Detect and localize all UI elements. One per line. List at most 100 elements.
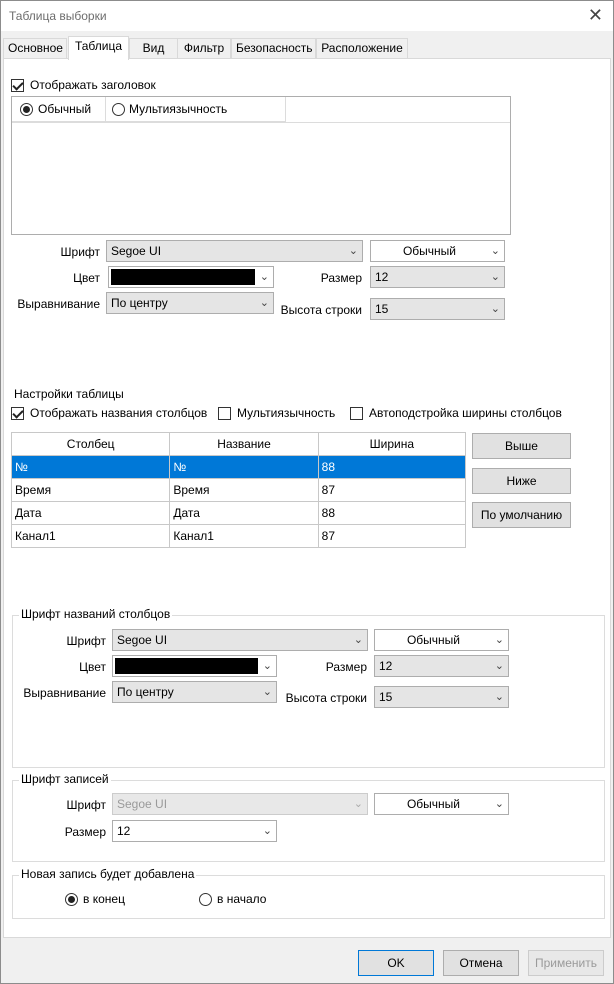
mode-multi-radio[interactable]: [112, 103, 125, 116]
chevron-down-icon: ⌄: [262, 660, 272, 672]
mode-normal-label: Обычный: [38, 102, 92, 116]
table-cell[interactable]: №: [169, 455, 319, 479]
column-align-select[interactable]: По центру ⌄: [112, 681, 277, 703]
header-font-label: Шрифт: [60, 245, 100, 259]
show-column-names-checkbox[interactable]: [11, 407, 24, 420]
to-start-radio[interactable]: [199, 893, 212, 906]
to-end-radio[interactable]: [65, 893, 78, 906]
column-header[interactable]: Ширина: [317, 432, 467, 456]
chevron-down-icon: ⌄: [490, 245, 500, 257]
title-bar: Таблица выборки ✕: [1, 1, 613, 31]
table-cell[interactable]: №: [10, 455, 171, 479]
tab-filter[interactable]: Фильтр: [177, 38, 231, 59]
tab-security[interactable]: Безопасность: [231, 38, 316, 59]
panel-divider: [12, 122, 510, 123]
table-cell[interactable]: 87: [317, 524, 467, 548]
column-row-height-value: 15: [379, 690, 393, 704]
header-align-value: По центру: [111, 296, 168, 310]
tab-basic[interactable]: Основное: [3, 38, 67, 59]
header-row-height-select[interactable]: 15 ⌄: [370, 298, 505, 320]
record-font-title: Шрифт записей: [19, 772, 111, 786]
chevron-down-icon: ⌄: [490, 303, 500, 315]
chevron-down-icon: ⌄: [494, 660, 504, 672]
table-cell[interactable]: Время: [169, 478, 319, 502]
table-cell[interactable]: 87: [317, 478, 467, 502]
column-font-select[interactable]: Segoe UI ⌄: [112, 629, 368, 651]
record-size-select[interactable]: 12 ⌄: [112, 820, 277, 842]
column-color-select[interactable]: ⌄: [112, 655, 277, 677]
column-header[interactable]: Столбец: [10, 432, 171, 456]
header-font-select[interactable]: Segoe UI ⌄: [106, 240, 363, 262]
tab-table[interactable]: Таблица: [68, 36, 129, 60]
chevron-down-icon: ⌄: [259, 271, 269, 283]
chevron-down-icon: ⌄: [353, 798, 363, 810]
tab-location[interactable]: Расположение: [316, 38, 408, 59]
table-row[interactable]: № № 88: [10, 455, 467, 479]
chevron-down-icon: ⌄: [262, 686, 272, 698]
chevron-down-icon: ⌄: [348, 245, 358, 257]
mode-multi-label: Мультиязычность: [129, 102, 228, 116]
table-cell[interactable]: Дата: [10, 501, 171, 525]
header-size-select[interactable]: 12 ⌄: [370, 266, 505, 288]
cancel-button[interactable]: Отмена: [443, 950, 519, 976]
column-style-select[interactable]: Обычный ⌄: [374, 629, 509, 651]
table-row[interactable]: Канал1 Канал1 87: [10, 524, 467, 548]
window-title: Таблица выборки: [9, 9, 107, 23]
table-cell[interactable]: Время: [10, 478, 171, 502]
apply-button[interactable]: Применить: [528, 950, 604, 976]
move-up-button[interactable]: Выше: [472, 433, 571, 459]
ok-button[interactable]: OK: [358, 950, 434, 976]
header-align-select[interactable]: По центру ⌄: [106, 292, 274, 314]
move-down-button[interactable]: Ниже: [472, 468, 571, 494]
table-cell[interactable]: 88: [317, 501, 467, 525]
autofit-checkbox[interactable]: [350, 407, 363, 420]
dialog-button-bar: OK Отмена Применить: [1, 939, 613, 983]
record-font-select[interactable]: Segoe UI ⌄: [112, 793, 368, 815]
header-size-label: Размер: [320, 271, 362, 285]
header-color-select[interactable]: ⌄: [108, 266, 274, 288]
chevron-down-icon: ⌄: [259, 297, 269, 309]
column-color-label: Цвет: [79, 660, 106, 674]
record-font-value: Segoe UI: [117, 797, 168, 811]
record-style-value: Обычный: [406, 797, 461, 811]
column-font-group: Шрифт названий столбцов Шрифт Segoe UI ⌄…: [12, 607, 605, 768]
table-row[interactable]: Дата Дата 88: [10, 501, 467, 525]
header-color-swatch: [111, 269, 255, 285]
column-size-label: Размер: [325, 660, 367, 674]
multilang-checkbox[interactable]: [218, 407, 231, 420]
header-size-value: 12: [375, 270, 389, 284]
default-button[interactable]: По умолчанию: [472, 502, 571, 528]
column-align-label: Выравнивание: [23, 686, 106, 700]
table-row[interactable]: Время Время 87: [10, 478, 467, 502]
show-header-checkbox[interactable]: [11, 79, 24, 92]
table-cell[interactable]: Канал1: [10, 524, 171, 548]
mode-normal-radio[interactable]: [20, 103, 33, 116]
chevron-down-icon: ⌄: [494, 634, 504, 646]
record-size-value: 12: [117, 824, 131, 838]
record-font-group: Шрифт записей Шрифт Segoe UI ⌄ Обычный ⌄…: [12, 772, 605, 862]
tab-view[interactable]: Вид: [129, 38, 178, 59]
header-font-value: Segoe UI: [111, 244, 162, 258]
header-color-label: Цвет: [73, 271, 100, 285]
chevron-down-icon: ⌄: [353, 634, 363, 646]
dialog-window: Таблица выборки ✕ Основное Таблица Вид Ф…: [0, 0, 614, 984]
column-header[interactable]: Название: [169, 432, 319, 456]
table-cell[interactable]: 88: [317, 455, 467, 479]
column-align-value: По центру: [117, 685, 174, 699]
record-style-select[interactable]: Обычный ⌄: [374, 793, 509, 815]
table-cell[interactable]: Канал1: [169, 524, 319, 548]
to-end-label: в конец: [83, 892, 125, 906]
column-font-value: Segoe UI: [117, 633, 168, 647]
header-style-select[interactable]: Обычный ⌄: [370, 240, 505, 262]
column-size-select[interactable]: 12 ⌄: [374, 655, 509, 677]
new-record-title: Новая запись будет добавлена: [19, 867, 197, 881]
table-cell[interactable]: Дата: [169, 501, 319, 525]
header-mode-strip: Обычный Мультиязычность: [12, 97, 286, 122]
column-color-swatch: [115, 658, 258, 674]
column-row-height-select[interactable]: 15 ⌄: [374, 686, 509, 708]
chevron-down-icon: ⌄: [494, 798, 504, 810]
chevron-down-icon: ⌄: [494, 691, 504, 703]
close-icon[interactable]: ✕: [588, 5, 603, 26]
column-font-title: Шрифт названий столбцов: [19, 607, 173, 621]
show-header-label: Отображать заголовок: [30, 78, 156, 92]
